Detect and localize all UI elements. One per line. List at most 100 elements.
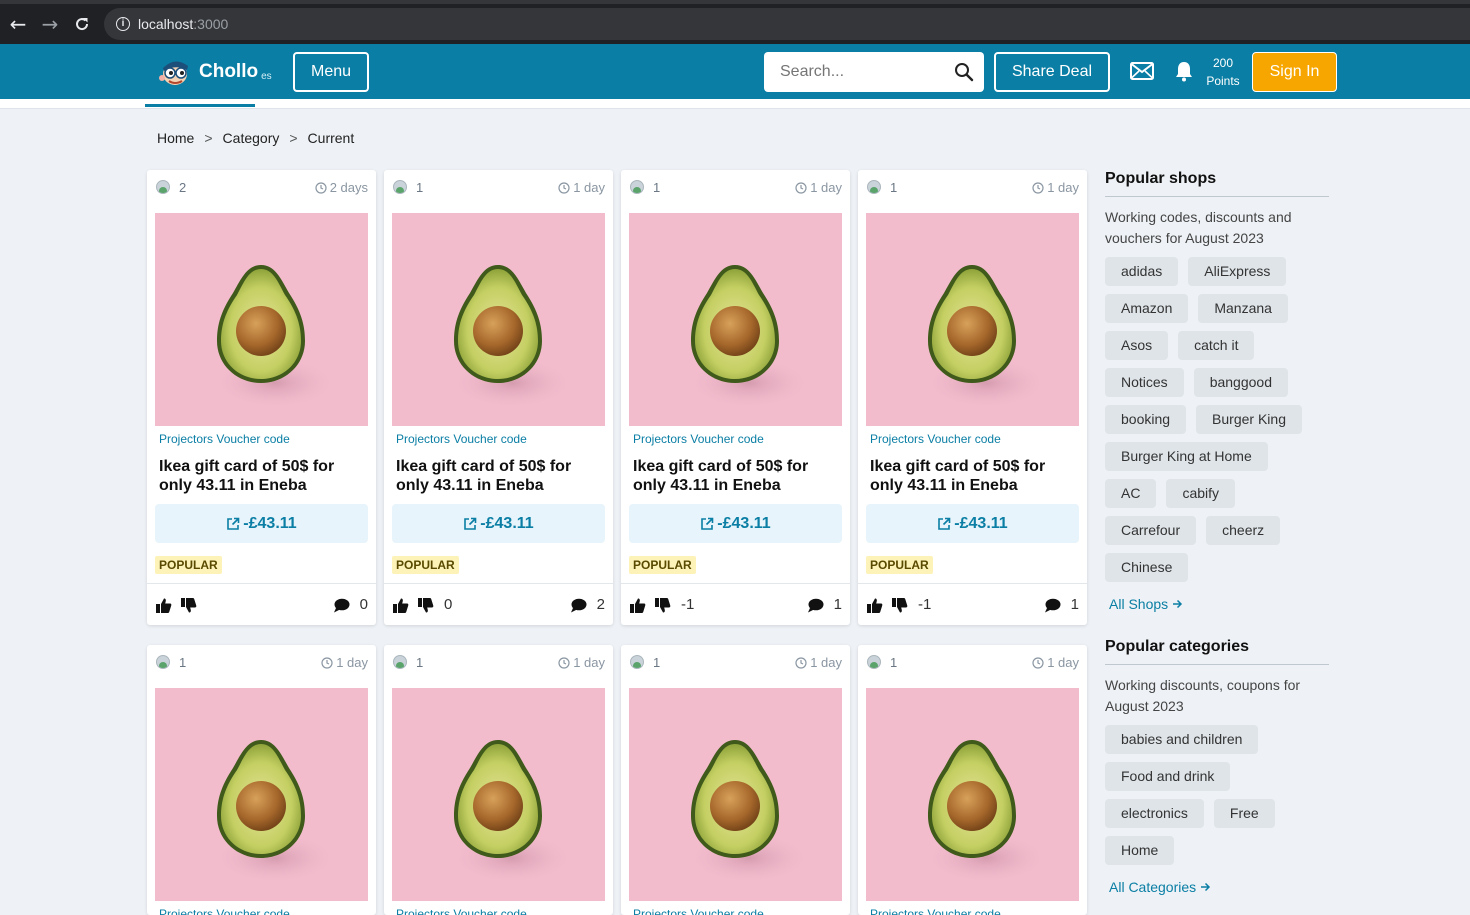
shop-tag[interactable]: adidas [1105, 257, 1179, 286]
deal-image[interactable] [155, 213, 368, 426]
thumbs-up-icon[interactable] [392, 597, 409, 614]
breadcrumb-home[interactable]: Home [157, 130, 194, 146]
thumbs-down-icon[interactable] [891, 597, 908, 614]
user-avatar[interactable] [630, 180, 644, 194]
shop-tag[interactable]: Chinese [1105, 553, 1189, 582]
deal-card[interactable]: 1 1 day Projectors Voucher code [621, 645, 850, 915]
site-logo[interactable]: Chollo es [157, 54, 272, 90]
deal-card[interactable]: 1 1 day Projectors Voucher code [858, 645, 1087, 915]
shop-tag[interactable]: catch it [1178, 331, 1255, 360]
deal-title[interactable]: Ikea gift card of 50$ for only 43.11 in … [396, 457, 601, 495]
thumbs-up-icon[interactable] [155, 597, 172, 614]
deal-title[interactable]: Ikea gift card of 50$ for only 43.11 in … [870, 457, 1075, 495]
category-tag[interactable]: Free [1213, 799, 1275, 828]
shop-tag[interactable]: Carrefour [1105, 516, 1197, 545]
deal-category-link[interactable]: Projectors Voucher code [396, 432, 527, 446]
deal-image[interactable] [392, 213, 605, 426]
shop-tag[interactable]: Burger King at Home [1105, 442, 1268, 471]
user-avatar[interactable] [630, 655, 644, 669]
deal-image[interactable] [866, 213, 1079, 426]
deal-image[interactable] [392, 688, 605, 901]
shop-tag[interactable]: AC [1105, 479, 1157, 508]
deal-category-link[interactable]: Projectors Voucher code [870, 907, 1001, 915]
reload-icon[interactable] [71, 13, 93, 35]
breadcrumb: Home > Category > Current [157, 130, 354, 146]
shop-tag[interactable]: Burger King [1196, 405, 1302, 434]
deal-image[interactable] [155, 688, 368, 901]
popular-badge: POPULAR [155, 556, 222, 574]
address-bar[interactable]: i localhost:3000 [104, 8, 1470, 40]
deal-category-link[interactable]: Projectors Voucher code [870, 432, 1001, 446]
get-deal-button[interactable]: -£43.11 [392, 504, 605, 543]
user-avatar[interactable] [393, 180, 407, 194]
bell-icon[interactable] [1174, 60, 1194, 82]
points-display[interactable]: 200 Points [1200, 54, 1246, 90]
shop-tag[interactable]: Notices [1105, 368, 1184, 397]
get-deal-button[interactable]: -£43.11 [866, 504, 1079, 543]
deal-price: -£43.11 [954, 514, 1008, 532]
deal-price: -£43.11 [480, 514, 534, 532]
get-deal-button[interactable]: -£43.11 [629, 504, 842, 543]
thumbs-down-icon[interactable] [180, 597, 197, 614]
shop-tag[interactable]: booking [1105, 405, 1187, 434]
sign-in-button[interactable]: Sign In [1252, 52, 1337, 92]
shop-tag[interactable]: banggood [1193, 368, 1288, 397]
deal-category-link[interactable]: Projectors Voucher code [396, 907, 527, 915]
clock-icon [321, 656, 333, 669]
deal-title[interactable]: Ikea gift card of 50$ for only 43.11 in … [159, 457, 364, 495]
shop-tag[interactable]: cheerz [1206, 516, 1281, 545]
all-categories-link[interactable]: All Categories [1109, 879, 1329, 895]
deal-title[interactable]: Ikea gift card of 50$ for only 43.11 in … [633, 457, 838, 495]
user-avatar[interactable] [393, 655, 407, 669]
info-icon[interactable]: i [116, 17, 130, 31]
deal-category-link[interactable]: Projectors Voucher code [633, 907, 764, 915]
menu-button[interactable]: Menu [293, 52, 369, 92]
category-tag[interactable]: Food and drink [1105, 762, 1231, 791]
comment-icon[interactable] [570, 598, 587, 613]
deal-image[interactable] [866, 688, 1079, 901]
deal-card[interactable]: 1 1 day Projectors Voucher code [147, 645, 376, 915]
deal-card[interactable]: 1 1 day Projectors Voucher code Ikea gif… [384, 170, 613, 625]
shop-tag[interactable]: Manzana [1198, 294, 1288, 323]
clock-icon [1032, 656, 1044, 669]
deal-image[interactable] [629, 688, 842, 901]
shop-tag[interactable]: cabify [1166, 479, 1236, 508]
back-arrow-icon[interactable]: ← [7, 13, 29, 35]
user-avatar[interactable] [867, 180, 881, 194]
forward-arrow-icon[interactable]: → [39, 13, 61, 35]
category-tag[interactable]: Home [1105, 836, 1175, 865]
thumbs-down-icon[interactable] [417, 597, 434, 614]
user-avatar[interactable] [156, 655, 170, 669]
user-avatar[interactable] [867, 655, 881, 669]
breadcrumb-category[interactable]: Category [223, 130, 280, 146]
category-tag[interactable]: babies and children [1105, 725, 1259, 754]
share-deal-button[interactable]: Share Deal [994, 52, 1110, 92]
shop-tag[interactable]: Amazon [1105, 294, 1189, 323]
deal-score: -1 [918, 596, 932, 613]
search-icon[interactable] [954, 62, 974, 82]
breadcrumb-separator: > [289, 130, 298, 146]
thumbs-up-icon[interactable] [629, 597, 646, 614]
get-deal-button[interactable]: -£43.11 [155, 504, 368, 543]
deal-category-link[interactable]: Projectors Voucher code [633, 432, 764, 446]
comment-icon[interactable] [1044, 598, 1061, 613]
deal-card[interactable]: 1 1 day Projectors Voucher code Ikea gif… [858, 170, 1087, 625]
deal-image[interactable] [629, 213, 842, 426]
mail-icon[interactable] [1130, 62, 1154, 80]
search-input[interactable] [780, 63, 940, 81]
deal-category-link[interactable]: Projectors Voucher code [159, 907, 290, 915]
deal-card[interactable]: 1 1 day Projectors Voucher code [384, 645, 613, 915]
thumbs-up-icon[interactable] [866, 597, 883, 614]
user-avatar[interactable] [156, 180, 170, 194]
shop-tag[interactable]: AliExpress [1188, 257, 1287, 286]
category-tag[interactable]: electronics [1105, 799, 1204, 828]
deal-card[interactable]: 2 2 days Projectors Voucher code Ikea gi… [147, 170, 376, 625]
deal-card[interactable]: 1 1 day Projectors Voucher code Ikea gif… [621, 170, 850, 625]
vote-count: 2 [179, 180, 187, 195]
all-shops-link[interactable]: All Shops [1109, 596, 1329, 612]
comment-icon[interactable] [333, 598, 350, 613]
thumbs-down-icon[interactable] [654, 597, 671, 614]
comment-icon[interactable] [807, 598, 824, 613]
deal-category-link[interactable]: Projectors Voucher code [159, 432, 290, 446]
shop-tag[interactable]: Asos [1105, 331, 1169, 360]
